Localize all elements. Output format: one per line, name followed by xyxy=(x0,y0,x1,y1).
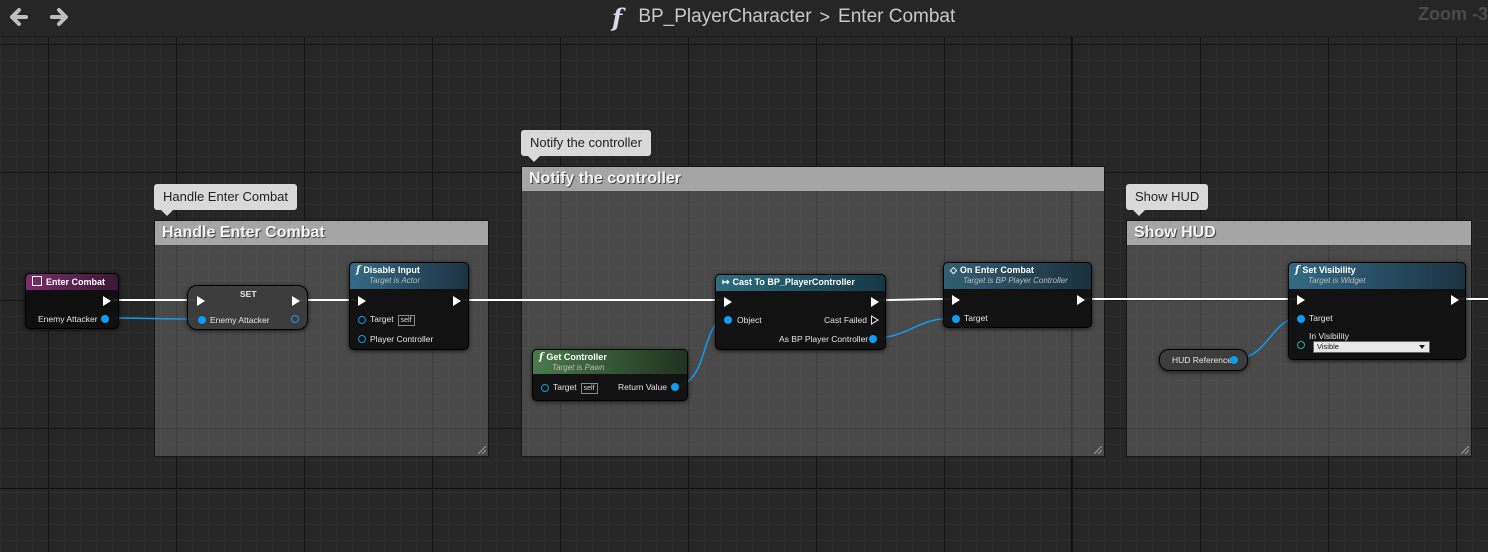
exec-out-pin[interactable] xyxy=(292,296,300,306)
pin-label: Target xyxy=(370,314,394,324)
resize-handle-icon[interactable] xyxy=(1461,446,1469,454)
message-node-on-enter-combat[interactable]: ◇ On Enter Combat Target is BP Player Con… xyxy=(943,262,1092,328)
node-title: Enter Combat xyxy=(46,277,106,287)
node-subtitle: Target is BP Player Controller xyxy=(963,276,1068,285)
object-out-pin[interactable] xyxy=(291,315,299,323)
pin-label: Target xyxy=(553,382,577,392)
function-icon: f xyxy=(1295,265,1300,276)
comment-bubble-notify[interactable]: Notify the controller xyxy=(521,130,651,162)
node-title: Get Controller xyxy=(546,352,607,362)
object-out-pin[interactable] xyxy=(869,335,877,343)
self-default-value[interactable]: self xyxy=(397,315,415,326)
exec-out-pin[interactable] xyxy=(871,297,879,307)
comment-bubble-hud[interactable]: Show HUD xyxy=(1126,184,1209,216)
node-title: On Enter Combat xyxy=(959,265,1034,275)
graph-toolbar: f BP_PlayerCharacter > Enter Combat Zoom… xyxy=(0,0,1488,37)
variable-node-hud-reference[interactable]: HUD Reference xyxy=(1159,349,1248,371)
enum-in-pin[interactable] xyxy=(1297,341,1305,349)
object-in-pin[interactable] xyxy=(358,316,366,324)
breadcrumb: f BP_PlayerCharacter > Enter Combat xyxy=(612,2,956,32)
node-header[interactable]: ◇ On Enter Combat Target is BP Player Con… xyxy=(944,263,1091,289)
node-subtitle: Target is Pawn xyxy=(552,363,605,372)
message-icon: ◇ xyxy=(950,265,957,275)
object-in-pin[interactable] xyxy=(358,335,366,343)
object-out-pin[interactable] xyxy=(101,315,109,323)
exec-in-pin[interactable] xyxy=(724,297,732,307)
exec-in-pin[interactable] xyxy=(358,296,366,306)
pure-function-node-get-controller[interactable]: f Get Controller Target is Pawn Target sel… xyxy=(532,349,688,401)
visibility-dropdown[interactable]: Visible xyxy=(1313,341,1430,353)
comment-title[interactable]: Show HUD xyxy=(1127,221,1471,245)
exec-in-pin[interactable] xyxy=(952,295,960,305)
object-in-pin[interactable] xyxy=(1297,315,1305,323)
node-header[interactable]: ↦ Cast To BP_PlayerController xyxy=(716,275,885,291)
set-variable-node[interactable]: SET Enemy Attacker xyxy=(187,285,308,330)
breadcrumb-function: Enter Combat xyxy=(838,6,956,27)
grid-major-line xyxy=(0,488,1488,489)
resize-handle-icon[interactable] xyxy=(478,446,486,454)
pin-label: Return Value xyxy=(618,382,667,392)
exec-out-pin[interactable] xyxy=(453,296,461,306)
pin-label: Cast Failed xyxy=(824,315,867,325)
node-header[interactable]: f Get Controller Target is Pawn xyxy=(533,350,687,374)
node-header[interactable]: Enter Combat xyxy=(26,274,118,290)
resize-handle-icon[interactable] xyxy=(1094,446,1102,454)
node-title: Disable Input xyxy=(363,265,420,275)
breadcrumb-blueprint[interactable]: BP_PlayerCharacter xyxy=(638,6,811,28)
self-default-value[interactable]: self xyxy=(580,383,598,394)
exec-in-pin[interactable] xyxy=(197,296,205,306)
function-icon: f xyxy=(612,2,623,32)
object-in-pin[interactable] xyxy=(724,316,732,324)
object-in-pin[interactable] xyxy=(541,384,549,392)
object-in-pin[interactable] xyxy=(198,316,206,324)
exec-out-pin[interactable] xyxy=(103,296,111,306)
cast-node-bp-player-controller[interactable]: ↦ Cast To BP_PlayerController Object Cast… xyxy=(715,274,886,350)
comment-bubble-handle[interactable]: Handle Enter Combat xyxy=(154,184,298,216)
cast-icon: ↦ xyxy=(722,277,730,287)
node-title: SET xyxy=(240,289,257,299)
exec-out-pin[interactable] xyxy=(1451,295,1459,305)
function-icon: f xyxy=(539,352,544,363)
pin-label: Target xyxy=(964,313,988,323)
comment-title[interactable]: Notify the controller xyxy=(522,167,1104,191)
function-icon: f xyxy=(356,265,361,276)
pin-label: Object xyxy=(737,315,762,325)
node-title: Cast To BP_PlayerController xyxy=(732,277,855,287)
object-in-pin[interactable] xyxy=(952,315,960,323)
pin-label: Enemy Attacker xyxy=(38,314,98,324)
exec-out-failed-pin[interactable] xyxy=(871,315,879,325)
dropdown-value: Visible xyxy=(1317,342,1339,351)
exec-in-pin[interactable] xyxy=(1297,295,1305,305)
node-subtitle: Target is Widget xyxy=(1308,276,1366,285)
event-icon xyxy=(32,276,42,286)
back-arrow-icon[interactable] xyxy=(6,4,32,30)
node-header[interactable]: f Disable Input Target is Actor xyxy=(350,263,468,289)
event-node-enter-combat[interactable]: Enter Combat Enemy Attacker xyxy=(25,273,119,329)
pin-label: Player Controller xyxy=(370,334,434,344)
object-out-pin[interactable] xyxy=(671,383,679,391)
forward-arrow-icon[interactable] xyxy=(46,4,72,30)
node-title: HUD Reference xyxy=(1172,355,1232,365)
zoom-level: Zoom -3 xyxy=(1418,4,1488,24)
exec-out-pin[interactable] xyxy=(1077,295,1085,305)
chevron-down-icon xyxy=(1419,345,1425,349)
pin-label: As BP Player Controller xyxy=(779,334,869,344)
object-out-pin[interactable] xyxy=(1230,356,1238,364)
function-node-disable-input[interactable]: f Disable Input Target is Actor Target sel… xyxy=(349,262,469,350)
node-title: Set Visibility xyxy=(1302,265,1356,275)
breadcrumb-separator-icon: > xyxy=(819,6,831,27)
function-node-set-visibility[interactable]: f Set Visibility Target is Widget Target … xyxy=(1288,262,1466,360)
node-header[interactable]: f Set Visibility Target is Widget xyxy=(1289,263,1465,289)
pin-label: Target xyxy=(1309,313,1333,323)
comment-title[interactable]: Handle Enter Combat xyxy=(155,221,488,245)
node-subtitle: Target is Actor xyxy=(369,276,420,285)
pin-label: Enemy Attacker xyxy=(210,315,270,325)
